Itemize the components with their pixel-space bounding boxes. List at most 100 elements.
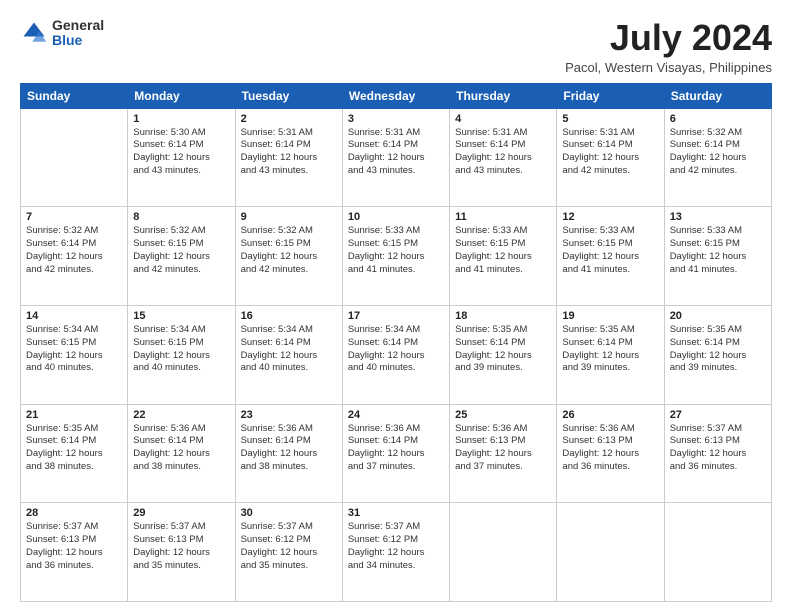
day-number: 28 bbox=[26, 507, 122, 519]
header: General Blue July 2024 Pacol, Western Vi… bbox=[20, 18, 772, 75]
day-number: 1 bbox=[133, 113, 229, 125]
day-number: 22 bbox=[133, 409, 229, 421]
day-info: Sunrise: 5:32 AMSunset: 6:15 PMDaylight:… bbox=[241, 225, 337, 276]
day-number: 15 bbox=[133, 310, 229, 322]
calendar-cell: 8 Sunrise: 5:32 AMSunset: 6:15 PMDaylight… bbox=[128, 207, 235, 306]
calendar-cell: 27 Sunrise: 5:37 AMSunset: 6:13 PMDayligh… bbox=[664, 404, 771, 503]
day-number: 5 bbox=[562, 113, 658, 125]
calendar-day-header: Thursday bbox=[450, 83, 557, 108]
calendar-day-header: Wednesday bbox=[342, 83, 449, 108]
calendar-cell: 21 Sunrise: 5:35 AMSunset: 6:14 PMDayligh… bbox=[21, 404, 128, 503]
day-number: 10 bbox=[348, 211, 444, 223]
day-info: Sunrise: 5:37 AMSunset: 6:13 PMDaylight:… bbox=[133, 521, 229, 572]
calendar-day-header: Sunday bbox=[21, 83, 128, 108]
calendar-cell: 25 Sunrise: 5:36 AMSunset: 6:13 PMDayligh… bbox=[450, 404, 557, 503]
calendar-cell: 16Sunrise: 5:34 AMSunset: 6:14 PMDayligh… bbox=[235, 305, 342, 404]
day-info: Sunrise: 5:35 AMSunset: 6:14 PMDaylight:… bbox=[26, 423, 122, 474]
calendar-cell: 29Sunrise: 5:37 AMSunset: 6:13 PMDayligh… bbox=[128, 503, 235, 602]
calendar-cell: 11 Sunrise: 5:33 AMSunset: 6:15 PMDayligh… bbox=[450, 207, 557, 306]
day-info: Sunrise: 5:33 AMSunset: 6:15 PMDaylight:… bbox=[670, 225, 766, 276]
page: General Blue July 2024 Pacol, Western Vi… bbox=[0, 0, 792, 612]
day-info: Sunrise: 5:30 AMSunset: 6:14 PMDaylight:… bbox=[133, 127, 229, 178]
day-info: Sunrise: 5:33 AMSunset: 6:15 PMDaylight:… bbox=[562, 225, 658, 276]
title-block: July 2024 Pacol, Western Visayas, Philip… bbox=[565, 18, 772, 75]
day-info: Sunrise: 5:36 AMSunset: 6:14 PMDaylight:… bbox=[133, 423, 229, 474]
day-number: 21 bbox=[26, 409, 122, 421]
day-number: 27 bbox=[670, 409, 766, 421]
calendar-week-row: 21 Sunrise: 5:35 AMSunset: 6:14 PMDayligh… bbox=[21, 404, 772, 503]
day-info: Sunrise: 5:36 AMSunset: 6:13 PMDaylight:… bbox=[562, 423, 658, 474]
day-info: Sunrise: 5:37 AMSunset: 6:13 PMDaylight:… bbox=[26, 521, 122, 572]
calendar-cell: 31Sunrise: 5:37 AMSunset: 6:12 PMDayligh… bbox=[342, 503, 449, 602]
calendar-header-row: SundayMondayTuesdayWednesdayThursdayFrid… bbox=[21, 83, 772, 108]
calendar-cell bbox=[450, 503, 557, 602]
day-info: Sunrise: 5:34 AMSunset: 6:15 PMDaylight:… bbox=[26, 324, 122, 375]
day-info: Sunrise: 5:37 AMSunset: 6:12 PMDaylight:… bbox=[241, 521, 337, 572]
calendar-cell: 20Sunrise: 5:35 AMSunset: 6:14 PMDayligh… bbox=[664, 305, 771, 404]
calendar-cell: 23Sunrise: 5:36 AMSunset: 6:14 PMDayligh… bbox=[235, 404, 342, 503]
calendar-cell bbox=[664, 503, 771, 602]
calendar-day-header: Monday bbox=[128, 83, 235, 108]
day-number: 19 bbox=[562, 310, 658, 322]
day-info: Sunrise: 5:36 AMSunset: 6:13 PMDaylight:… bbox=[455, 423, 551, 474]
calendar-day-header: Tuesday bbox=[235, 83, 342, 108]
calendar-cell: 28 Sunrise: 5:37 AMSunset: 6:13 PMDayligh… bbox=[21, 503, 128, 602]
day-info: Sunrise: 5:35 AMSunset: 6:14 PMDaylight:… bbox=[455, 324, 551, 375]
calendar-cell bbox=[21, 108, 128, 207]
day-info: Sunrise: 5:33 AMSunset: 6:15 PMDaylight:… bbox=[455, 225, 551, 276]
day-number: 25 bbox=[455, 409, 551, 421]
day-info: Sunrise: 5:31 AMSunset: 6:14 PMDaylight:… bbox=[348, 127, 444, 178]
day-number: 17 bbox=[348, 310, 444, 322]
calendar-cell: 5Sunrise: 5:31 AMSunset: 6:14 PMDaylight… bbox=[557, 108, 664, 207]
day-info: Sunrise: 5:37 AMSunset: 6:12 PMDaylight:… bbox=[348, 521, 444, 572]
day-info: Sunrise: 5:34 AMSunset: 6:15 PMDaylight:… bbox=[133, 324, 229, 375]
day-info: Sunrise: 5:33 AMSunset: 6:15 PMDaylight:… bbox=[348, 225, 444, 276]
main-title: July 2024 bbox=[565, 18, 772, 58]
day-number: 6 bbox=[670, 113, 766, 125]
day-info: Sunrise: 5:37 AMSunset: 6:13 PMDaylight:… bbox=[670, 423, 766, 474]
day-number: 8 bbox=[133, 211, 229, 223]
day-number: 7 bbox=[26, 211, 122, 223]
calendar-cell: 12 Sunrise: 5:33 AMSunset: 6:15 PMDayligh… bbox=[557, 207, 664, 306]
calendar-cell: 3Sunrise: 5:31 AMSunset: 6:14 PMDaylight… bbox=[342, 108, 449, 207]
calendar-cell: 18Sunrise: 5:35 AMSunset: 6:14 PMDayligh… bbox=[450, 305, 557, 404]
calendar-cell: 7 Sunrise: 5:32 AMSunset: 6:14 PMDaylight… bbox=[21, 207, 128, 306]
day-number: 11 bbox=[455, 211, 551, 223]
calendar-cell: 17 Sunrise: 5:34 AMSunset: 6:14 PMDayligh… bbox=[342, 305, 449, 404]
calendar-cell: 4Sunrise: 5:31 AMSunset: 6:14 PMDaylight… bbox=[450, 108, 557, 207]
subtitle: Pacol, Western Visayas, Philippines bbox=[565, 60, 772, 75]
day-info: Sunrise: 5:34 AMSunset: 6:14 PMDaylight:… bbox=[241, 324, 337, 375]
calendar-cell: 1 Sunrise: 5:30 AMSunset: 6:14 PMDaylight… bbox=[128, 108, 235, 207]
day-info: Sunrise: 5:35 AMSunset: 6:14 PMDaylight:… bbox=[562, 324, 658, 375]
day-info: Sunrise: 5:32 AMSunset: 6:15 PMDaylight:… bbox=[133, 225, 229, 276]
calendar-table: SundayMondayTuesdayWednesdayThursdayFrid… bbox=[20, 83, 772, 602]
day-info: Sunrise: 5:32 AMSunset: 6:14 PMDaylight:… bbox=[26, 225, 122, 276]
calendar-cell: 10 Sunrise: 5:33 AMSunset: 6:15 PMDayligh… bbox=[342, 207, 449, 306]
calendar-cell: 22 Sunrise: 5:36 AMSunset: 6:14 PMDayligh… bbox=[128, 404, 235, 503]
calendar-cell: 2Sunrise: 5:31 AMSunset: 6:14 PMDaylight… bbox=[235, 108, 342, 207]
day-number: 2 bbox=[241, 113, 337, 125]
calendar-cell: 30 Sunrise: 5:37 AMSunset: 6:12 PMDayligh… bbox=[235, 503, 342, 602]
calendar-week-row: 28 Sunrise: 5:37 AMSunset: 6:13 PMDayligh… bbox=[21, 503, 772, 602]
logo-general-text: General bbox=[52, 18, 104, 33]
calendar-cell bbox=[557, 503, 664, 602]
calendar-week-row: 1 Sunrise: 5:30 AMSunset: 6:14 PMDaylight… bbox=[21, 108, 772, 207]
day-number: 9 bbox=[241, 211, 337, 223]
logo: General Blue bbox=[20, 18, 104, 49]
calendar-cell: 13 Sunrise: 5:33 AMSunset: 6:15 PMDayligh… bbox=[664, 207, 771, 306]
day-number: 13 bbox=[670, 211, 766, 223]
calendar-cell: 15 Sunrise: 5:34 AMSunset: 6:15 PMDayligh… bbox=[128, 305, 235, 404]
day-number: 24 bbox=[348, 409, 444, 421]
day-info: Sunrise: 5:32 AMSunset: 6:14 PMDaylight:… bbox=[670, 127, 766, 178]
calendar-cell: 26Sunrise: 5:36 AMSunset: 6:13 PMDayligh… bbox=[557, 404, 664, 503]
calendar-day-header: Friday bbox=[557, 83, 664, 108]
day-info: Sunrise: 5:34 AMSunset: 6:14 PMDaylight:… bbox=[348, 324, 444, 375]
calendar-cell: 9 Sunrise: 5:32 AMSunset: 6:15 PMDaylight… bbox=[235, 207, 342, 306]
day-number: 23 bbox=[241, 409, 337, 421]
day-number: 20 bbox=[670, 310, 766, 322]
day-number: 12 bbox=[562, 211, 658, 223]
calendar-week-row: 14Sunrise: 5:34 AMSunset: 6:15 PMDayligh… bbox=[21, 305, 772, 404]
logo-icon bbox=[20, 19, 48, 47]
day-number: 4 bbox=[455, 113, 551, 125]
day-number: 30 bbox=[241, 507, 337, 519]
